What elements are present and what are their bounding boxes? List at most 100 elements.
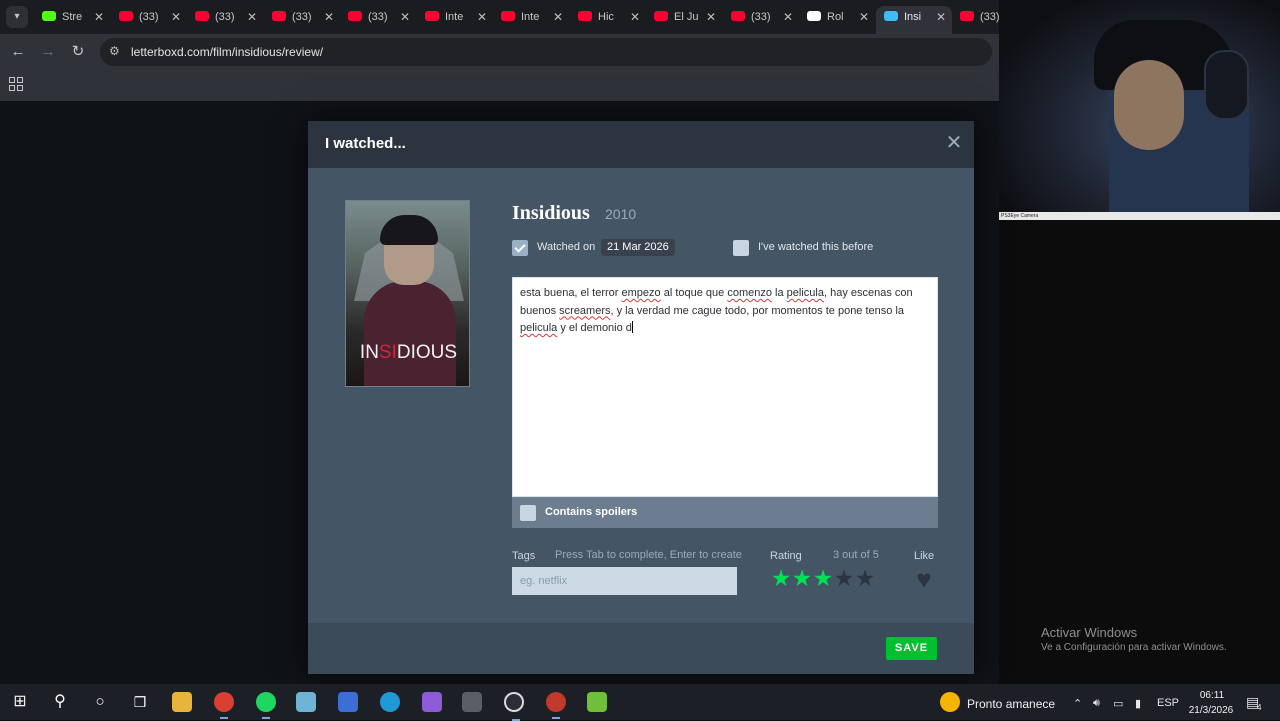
watched-date-picker[interactable]: 21 Mar 2026	[601, 239, 675, 256]
tab-youtube[interactable]: (33) ✕	[264, 6, 340, 28]
forward-button[interactable]: →	[38, 42, 58, 62]
rating-value-text: 3 out of 5	[833, 549, 879, 561]
modal-title: I watched...	[325, 135, 406, 152]
close-tab-icon[interactable]: ✕	[324, 6, 334, 28]
rewatch-checkbox[interactable]	[733, 240, 749, 256]
spotify-icon[interactable]	[256, 692, 276, 719]
back-button[interactable]: ←	[8, 42, 28, 62]
tab-label: Inte	[445, 11, 464, 23]
close-button[interactable]: ✕	[944, 133, 964, 153]
text-caret	[631, 321, 633, 333]
tab-label: Hic	[598, 11, 614, 23]
tab-youtube[interactable]: (33) ✕	[723, 6, 799, 28]
copilot-icon[interactable]	[422, 692, 442, 712]
review-text-segment: la	[771, 287, 787, 299]
tab-youtube[interactable]: (33) ✕	[340, 6, 416, 28]
close-tab-icon[interactable]: ✕	[171, 6, 181, 28]
chevron-down-icon: ▾	[14, 11, 20, 22]
tiktok-icon	[807, 11, 821, 21]
close-icon: ✕	[945, 132, 963, 154]
star-icon[interactable]: ★	[854, 567, 876, 590]
cortana-icon[interactable]: ○	[90, 692, 110, 712]
task-view-icon[interactable]: ❒	[130, 692, 150, 712]
address-bar[interactable]: ⚙ letterboxd.com/film/insidious/review/	[100, 38, 992, 66]
edge-icon[interactable]	[380, 692, 400, 712]
weather-text[interactable]: Pronto amanece	[967, 697, 1055, 711]
utorrent-icon[interactable]	[587, 692, 607, 712]
site-info-icon[interactable]: ⚙	[109, 44, 123, 58]
star-icon[interactable]: ★	[791, 567, 813, 590]
chrome-icon[interactable]	[214, 692, 234, 719]
star-icon[interactable]: ★	[812, 567, 834, 590]
arrow-left-icon: ←	[10, 43, 26, 60]
tab-search-button[interactable]: ▾	[6, 6, 28, 28]
tab-label: (33)	[139, 11, 159, 23]
close-tab-icon[interactable]: ✕	[553, 6, 563, 28]
close-tab-icon[interactable]: ✕	[936, 6, 946, 28]
clock-date[interactable]: 21/3/2026	[1186, 705, 1236, 716]
network-icon[interactable]: ▭	[1113, 697, 1123, 710]
clock-time[interactable]: 06:11	[1192, 690, 1232, 701]
review-textarea[interactable]: esta buena, el terror empezo al toque qu…	[512, 277, 938, 497]
spoilers-checkbox[interactable]	[520, 505, 536, 521]
microphone-icon[interactable]: ▮	[1135, 697, 1141, 710]
review-text-segment: al toque que	[660, 287, 728, 299]
close-tab-icon[interactable]: ✕	[94, 6, 104, 28]
tab-youtube[interactable]: El Ju ✕	[646, 6, 722, 28]
youtube-icon	[654, 11, 668, 21]
poster-title-part: IN	[359, 342, 379, 363]
search-icon[interactable]: ⚲	[50, 692, 70, 712]
close-tab-icon[interactable]: ✕	[706, 6, 716, 28]
tab-youtube[interactable]: (33) ✕	[187, 6, 263, 28]
apps-grid-icon[interactable]	[9, 77, 23, 91]
volume-icon[interactable]: 🔊︎	[1093, 697, 1100, 710]
desktop-background	[999, 220, 1280, 684]
reload-button[interactable]: ↻	[68, 42, 88, 62]
close-tab-icon[interactable]: ✕	[783, 6, 793, 28]
poster-title-part: DIOUS	[396, 342, 458, 363]
chrome-profile-icon[interactable]	[546, 692, 566, 719]
obs-icon[interactable]	[504, 692, 524, 721]
chevron-up-icon[interactable]: ⌃	[1073, 697, 1082, 710]
tab-letterboxd[interactable]: Insi ✕	[876, 6, 952, 34]
webcam-overlay	[999, 0, 1280, 212]
misspelled-word: comenzo	[727, 287, 772, 299]
tab-tiktok[interactable]: Rol ✕	[799, 6, 875, 28]
weather-icon[interactable]	[940, 692, 960, 712]
save-button[interactable]: SAVE	[886, 637, 937, 660]
like-label: Like	[914, 550, 935, 562]
close-tab-icon[interactable]: ✕	[477, 6, 487, 28]
url-text[interactable]: letterboxd.com/film/insidious/review/	[131, 45, 323, 59]
tab-kick[interactable]: Stre ✕	[34, 6, 110, 28]
close-tab-icon[interactable]: ✕	[247, 6, 257, 28]
word-document-icon[interactable]	[338, 692, 358, 712]
tab-youtube[interactable]: Inte ✕	[493, 6, 569, 28]
watched-on-checkbox[interactable]	[512, 240, 528, 256]
language-indicator[interactable]: ESP	[1157, 697, 1179, 709]
review-text-segment: y el demonio d	[557, 322, 632, 334]
modal-footer	[308, 623, 974, 674]
review-text-segment: , y la verdad me cague todo, por momento…	[610, 304, 905, 317]
arrow-right-icon: →	[40, 43, 56, 60]
file-explorer-icon[interactable]	[172, 692, 192, 712]
poster-title: INSIDIOUS	[346, 342, 469, 364]
star-icon[interactable]: ★	[770, 567, 792, 590]
streaming-tool-icon[interactable]	[462, 692, 482, 712]
close-tab-icon[interactable]: ✕	[859, 6, 869, 28]
close-tab-icon[interactable]: ✕	[630, 6, 640, 28]
star-icon[interactable]: ★	[833, 567, 855, 590]
tab-youtube[interactable]: Hic ✕	[570, 6, 646, 28]
heart-icon[interactable]: ♥	[910, 566, 938, 592]
rewatch-label: I've watched this before	[758, 241, 874, 253]
review-text[interactable]: esta buena, el terror empezo al toque qu…	[520, 285, 925, 338]
tab-youtube[interactable]: (33) ✕	[111, 6, 187, 28]
tags-input[interactable]	[512, 567, 737, 595]
webcam-label: PS3Eye Camera	[999, 212, 1280, 220]
close-tab-icon[interactable]: ✕	[400, 6, 410, 28]
windows-start-icon[interactable]: ⊞	[10, 692, 30, 712]
notepad-icon[interactable]	[296, 692, 316, 712]
tab-youtube[interactable]: Inte ✕	[417, 6, 493, 28]
tab-label: (33)	[292, 11, 312, 23]
tab-label: (33)	[215, 11, 235, 23]
misspelled-word: pelicula	[520, 322, 558, 334]
